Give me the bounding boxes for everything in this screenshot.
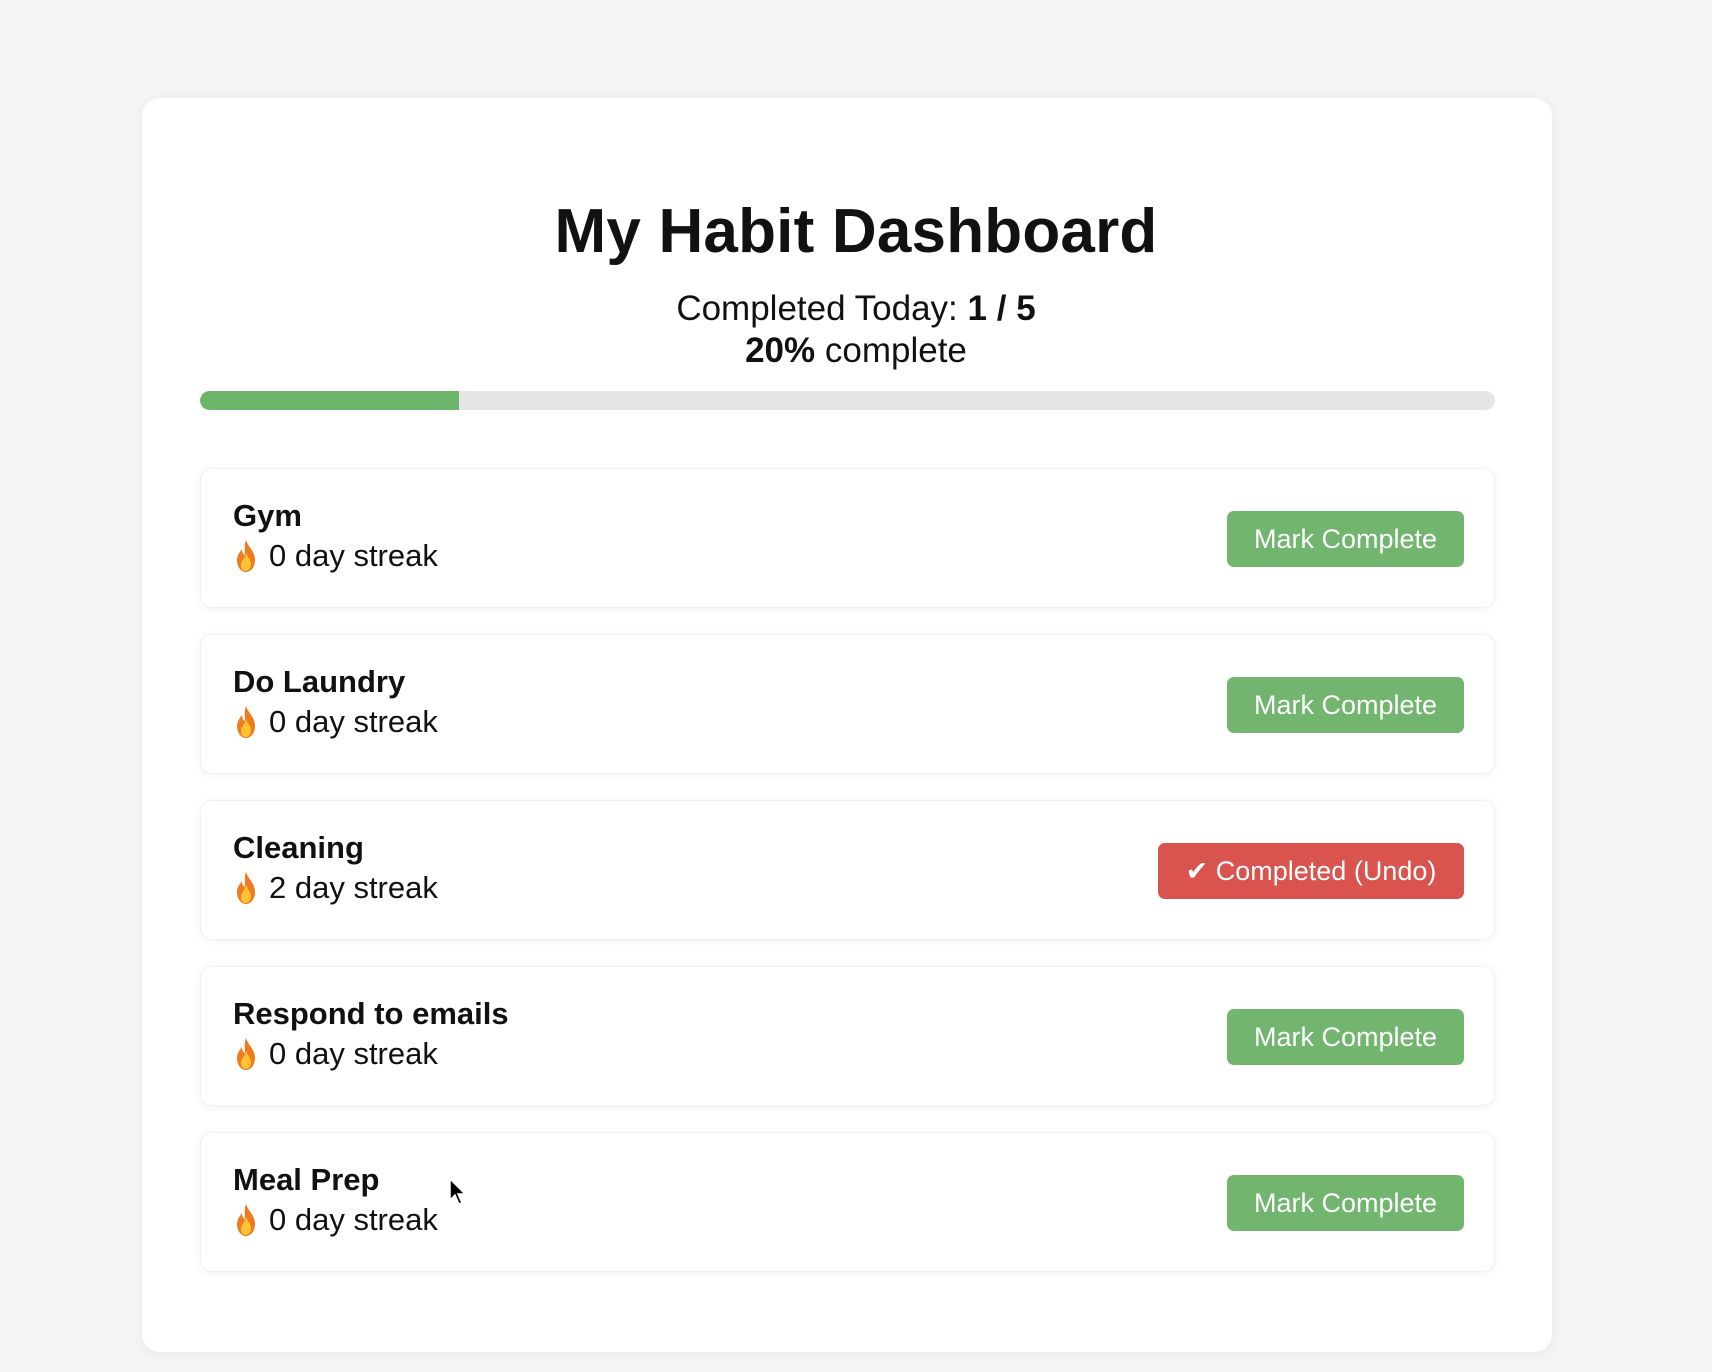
streak-text: 0 day streak [269,704,438,739]
percent-line: 20% complete [0,330,1712,372]
count-separator: / [996,289,1007,328]
completion-summary: Completed Today: 1 / 5 20% complete [0,288,1712,372]
habit-name: Do Laundry [233,664,406,699]
habit-streak: 0 day streak [233,703,438,741]
habit-name: Gym [233,498,302,533]
mark-complete-button[interactable]: Mark Complete [1227,1009,1464,1065]
percent-suffix: complete [824,331,967,370]
habit-row-cleaning: Cleaning 2 day streak ✔ Completed (Undo) [200,800,1495,940]
flame-icon [233,539,259,573]
percent-value: 20% [745,331,816,370]
mark-complete-button[interactable]: Mark Complete [1227,511,1464,567]
streak-text: 0 day streak [269,1202,438,1237]
habit-row-respond-to-emails: Respond to emails 0 day streak Mark Comp… [200,966,1495,1106]
progress-bar [200,391,1495,410]
habit-row-do-laundry: Do Laundry 0 day streak Mark Complete [200,634,1495,774]
habit-row-meal-prep: Meal Prep 0 day streak Mark Complete [200,1132,1495,1272]
flame-icon [233,1037,259,1071]
habit-row-gym: Gym 0 day streak Mark Complete [200,468,1495,608]
undo-complete-button[interactable]: ✔ Completed (Undo) [1158,843,1464,899]
completed-today-line: Completed Today: 1 / 5 [0,288,1712,330]
habit-streak: 0 day streak [233,537,438,575]
habit-streak: 0 day streak [233,1035,438,1073]
habit-name: Cleaning [233,830,364,865]
habit-streak: 2 day streak [233,869,438,907]
completed-count: 1 [967,289,987,328]
habit-name: Meal Prep [233,1162,380,1197]
completed-label: Completed Today: [676,289,958,328]
streak-text: 2 day streak [269,870,438,905]
total-count: 5 [1016,289,1036,328]
habit-name: Respond to emails [233,996,509,1031]
flame-icon [233,1203,259,1237]
streak-text: 0 day streak [269,1036,438,1071]
flame-icon [233,871,259,905]
mouse-cursor-icon [449,1178,467,1205]
page-title: My Habit Dashboard [554,197,1158,266]
mark-complete-button[interactable]: Mark Complete [1227,677,1464,733]
mark-complete-button[interactable]: Mark Complete [1227,1175,1464,1231]
flame-icon [233,705,259,739]
streak-text: 0 day streak [269,538,438,573]
progress-fill [200,391,459,410]
habit-streak: 0 day streak [233,1201,438,1239]
